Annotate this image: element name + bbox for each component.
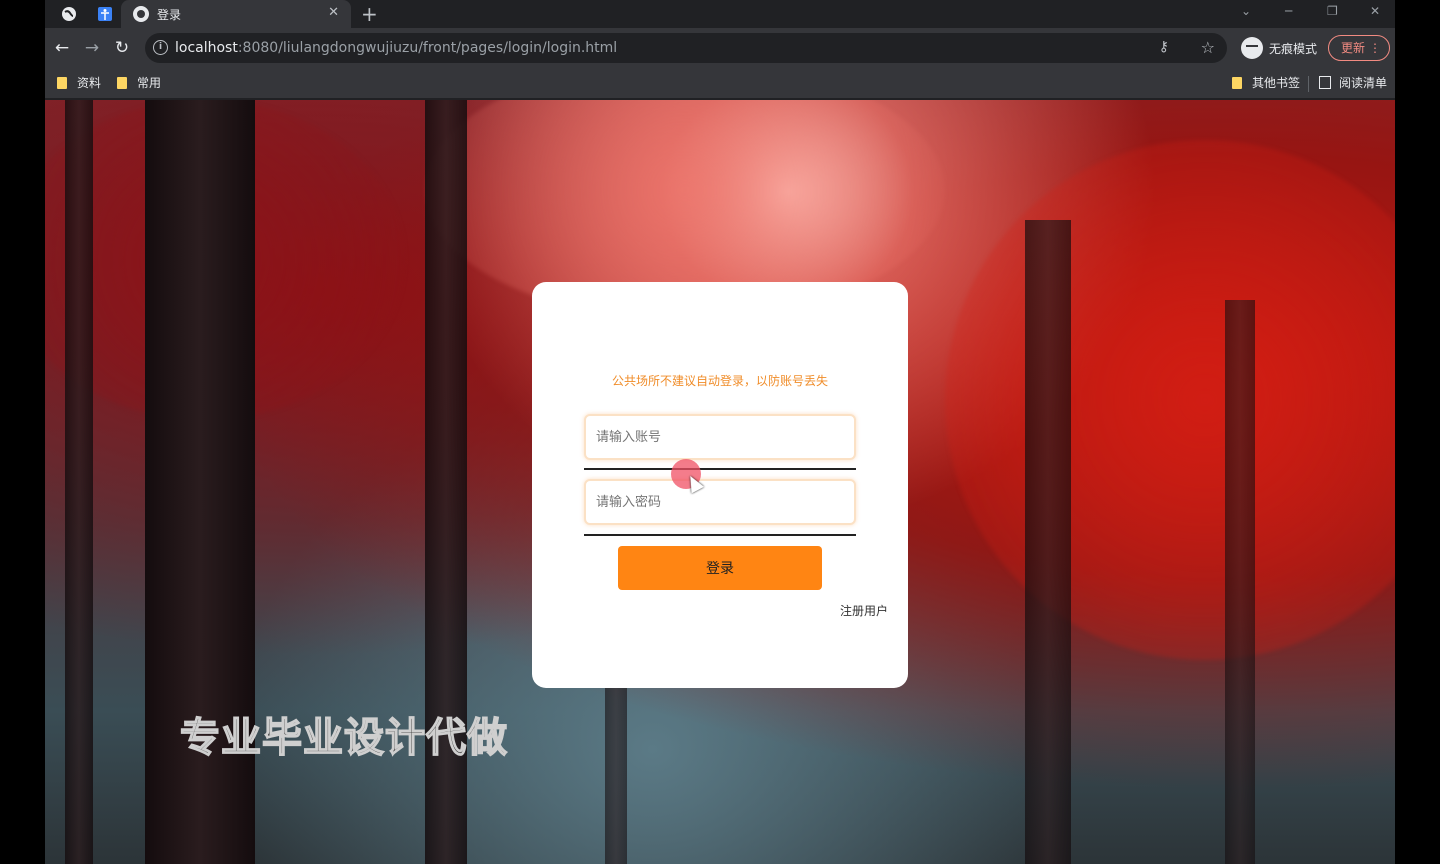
star-icon[interactable]: ☆ bbox=[1201, 38, 1215, 57]
login-notice: 公共场所不建议自动登录，以防账号丢失 bbox=[611, 374, 828, 388]
accessibility-tab-icon[interactable] bbox=[95, 4, 115, 24]
reading-list[interactable]: 阅读清单 bbox=[1319, 74, 1387, 91]
tab-search-icon[interactable]: ⌄ bbox=[1241, 4, 1251, 18]
folder-icon bbox=[1232, 76, 1242, 89]
login-button[interactable]: 登录 bbox=[618, 546, 822, 590]
password-input[interactable] bbox=[586, 481, 854, 523]
bookmark-label: 常用 bbox=[137, 76, 162, 90]
other-bookmarks[interactable]: 其他书签 bbox=[1232, 74, 1300, 91]
back-button[interactable]: ← bbox=[51, 37, 73, 59]
register-link[interactable]: 注册用户 bbox=[840, 602, 888, 619]
restore-button[interactable]: ❐ bbox=[1327, 4, 1338, 18]
incognito-indicator[interactable]: 无痕模式 bbox=[1241, 33, 1321, 63]
incognito-label: 无痕模式 bbox=[1269, 41, 1318, 56]
close-window-button[interactable]: ✕ bbox=[1370, 4, 1380, 18]
forward-button[interactable]: → bbox=[81, 37, 103, 59]
reading-list-label: 阅读清单 bbox=[1339, 76, 1388, 90]
tab-title: 登录 bbox=[157, 8, 182, 22]
folder-icon bbox=[117, 76, 127, 89]
reading-list-icon bbox=[1319, 76, 1331, 89]
address-bar[interactable]: i localhost:8080/liulangdongwujiuzu/fron… bbox=[145, 33, 1227, 63]
password-field[interactable] bbox=[584, 479, 856, 525]
page-background: 专业毕业设计代做 公共场所不建议自动登录，以防账号丢失 登录 注册用户 bbox=[45, 100, 1395, 864]
url-text[interactable]: localhost:8080/liulangdongwujiuzu/front/… bbox=[175, 40, 617, 56]
tree-trunk bbox=[1225, 300, 1255, 864]
info-icon[interactable]: i bbox=[153, 40, 168, 55]
tree-trunk bbox=[65, 100, 93, 864]
watermark-text: 专业毕业设计代做 bbox=[179, 714, 508, 762]
divider bbox=[1308, 76, 1309, 92]
new-tab-button[interactable]: + bbox=[361, 2, 378, 26]
bookmark-folder-2[interactable]: 常用 bbox=[117, 74, 161, 91]
globe-tab-icon[interactable] bbox=[59, 4, 79, 24]
incognito-icon bbox=[1241, 37, 1263, 59]
other-bookmarks-label: 其他书签 bbox=[1252, 76, 1301, 90]
divider bbox=[584, 534, 856, 536]
folder-icon bbox=[57, 76, 67, 89]
url-host: localhost bbox=[175, 40, 238, 56]
browser-window: 登录 ✕ + ⌄ ─ ❐ ✕ ← → ↻ i localhost:8080/li… bbox=[45, 0, 1395, 864]
close-icon[interactable]: ✕ bbox=[328, 5, 339, 20]
globe-icon bbox=[133, 6, 149, 22]
update-label: 更新 bbox=[1341, 41, 1366, 55]
account-input[interactable] bbox=[586, 416, 854, 458]
tab-login[interactable]: 登录 ✕ bbox=[121, 0, 351, 28]
key-icon[interactable]: ⚷ bbox=[1159, 39, 1169, 55]
tab-strip: 登录 ✕ + ⌄ ─ ❐ ✕ bbox=[45, 0, 1395, 28]
toolbar: ← → ↻ i localhost:8080/liulangdongwujiuz… bbox=[45, 28, 1395, 68]
bookmark-label: 资料 bbox=[77, 76, 102, 90]
update-button[interactable]: 更新 ⋮ bbox=[1328, 35, 1390, 61]
menu-icon: ⋮ bbox=[1369, 41, 1381, 55]
account-field[interactable] bbox=[584, 414, 856, 460]
reload-button[interactable]: ↻ bbox=[111, 37, 133, 59]
tree-trunk bbox=[1025, 220, 1071, 864]
foliage-shape bbox=[945, 140, 1395, 660]
bookmark-folder-1[interactable]: 资料 bbox=[57, 74, 101, 91]
bookmarks-bar: 资料 常用 其他书签 阅读清单 bbox=[45, 68, 1395, 98]
login-card: 公共场所不建议自动登录，以防账号丢失 登录 注册用户 bbox=[532, 282, 908, 688]
minimize-button[interactable]: ─ bbox=[1285, 4, 1292, 18]
tree-trunk bbox=[605, 660, 627, 864]
url-path: :8080/liulangdongwujiuzu/front/pages/log… bbox=[237, 40, 618, 56]
divider bbox=[584, 468, 856, 470]
